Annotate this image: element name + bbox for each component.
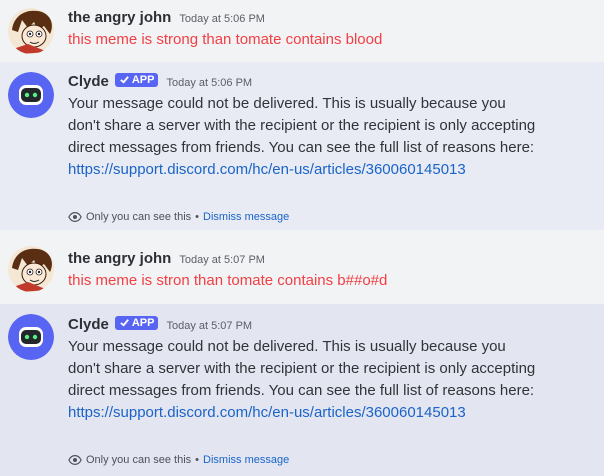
ephemeral-notice: Only you can see this • Dismiss message — [68, 453, 289, 467]
system-message-item: Clyde APP Today at 5:07 PM Your message … — [0, 304, 604, 476]
message-content: this meme is strong than tomate contains… — [68, 31, 383, 48]
message-text: Your message could not be delivered. Thi… — [68, 95, 536, 156]
message-text: Your message could not be delivered. Thi… — [68, 338, 536, 399]
message-header: Clyde APP Today at 5:07 PM — [68, 315, 252, 333]
app-tag-label: APP — [131, 73, 155, 86]
message-content: Your message could not be delivered. Thi… — [68, 336, 538, 424]
username[interactable]: Clyde — [68, 73, 109, 90]
ephemeral-text: Only you can see this — [86, 454, 192, 466]
clyde-bot-avatar-icon — [8, 314, 54, 360]
support-link[interactable]: https://support.discord.com/hc/en-us/art… — [68, 404, 466, 421]
user-avatar[interactable] — [8, 8, 54, 54]
system-message-item: Clyde APP Today at 5:06 PM Your message … — [0, 62, 604, 230]
clyde-bot-avatar-icon — [8, 72, 54, 118]
app-tag: APP — [114, 315, 159, 330]
cartoon-character-avatar-icon — [8, 8, 54, 54]
message-header: the angry john Today at 5:07 PM — [68, 250, 265, 267]
ephemeral-text: Only you can see this — [86, 211, 192, 223]
message-item: the angry john Today at 5:07 PM this mem… — [0, 236, 604, 304]
timestamp[interactable]: Today at 5:06 PM — [179, 13, 265, 25]
checkmark-icon — [120, 76, 129, 84]
timestamp[interactable]: Today at 5:07 PM — [166, 320, 252, 332]
user-avatar[interactable] — [8, 246, 54, 292]
dismiss-message-link[interactable]: Dismiss message — [203, 454, 289, 466]
message-header: Clyde APP Today at 5:06 PM — [68, 72, 252, 90]
dismiss-message-link[interactable]: Dismiss message — [203, 211, 289, 223]
separator-dot: • — [195, 211, 200, 223]
message-content: this meme is stron than tomate contains … — [68, 272, 388, 289]
cartoon-character-avatar-icon — [8, 246, 54, 292]
separator-dot: • — [195, 454, 200, 466]
message-header: the angry john Today at 5:06 PM — [68, 9, 265, 26]
eye-icon — [68, 455, 82, 465]
clyde-avatar[interactable] — [8, 314, 54, 360]
timestamp[interactable]: Today at 5:06 PM — [166, 77, 252, 89]
app-tag: APP — [114, 72, 159, 87]
ephemeral-notice: Only you can see this • Dismiss message — [68, 210, 289, 224]
clyde-avatar[interactable] — [8, 72, 54, 118]
username[interactable]: the angry john — [68, 9, 171, 26]
username[interactable]: Clyde — [68, 316, 109, 333]
checkmark-icon — [120, 319, 129, 327]
app-tag-label: APP — [131, 316, 155, 329]
timestamp[interactable]: Today at 5:07 PM — [179, 254, 265, 266]
message-item: the angry john Today at 5:06 PM this mem… — [0, 0, 604, 62]
support-link[interactable]: https://support.discord.com/hc/en-us/art… — [68, 161, 466, 178]
message-content: Your message could not be delivered. Thi… — [68, 93, 538, 181]
username[interactable]: the angry john — [68, 250, 171, 267]
eye-icon — [68, 212, 82, 222]
